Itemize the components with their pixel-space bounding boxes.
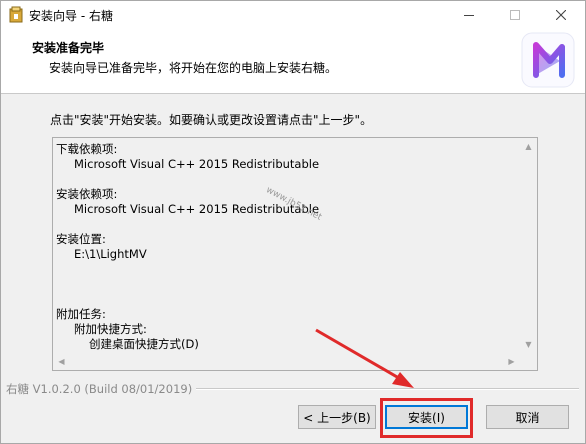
memo-line: E:\1\LightMV — [74, 247, 147, 261]
summary-memo[interactable]: 下载依赖项: Microsoft Visual C++ 2015 Redistri… — [52, 137, 538, 371]
memo-line: 附加快捷方式: — [74, 322, 147, 336]
memo-line — [56, 262, 518, 277]
cancel-button[interactable]: 取消 — [486, 405, 569, 429]
maximize-icon — [510, 10, 520, 20]
scroll-right-icon[interactable]: ▶ — [503, 353, 520, 370]
memo-line: 创建桌面快捷方式(D) — [89, 337, 199, 351]
page-subtitle: 安装向导已准备完毕，将开始在您的电脑上安装右糖。 — [49, 61, 338, 75]
memo-line: 安装位置: — [56, 232, 106, 246]
memo-line: 下载依赖项: — [56, 142, 118, 156]
instruction-text: 点击"安装"开始安装。如要确认或更改设置请点击"上一步"。 — [50, 113, 373, 127]
title-bar[interactable]: 安装向导 - 右糖 — [1, 1, 585, 29]
installer-app-icon — [9, 6, 23, 23]
minimize-button[interactable] — [446, 1, 492, 29]
memo-line — [56, 277, 518, 292]
close-button[interactable] — [538, 1, 584, 29]
scroll-down-icon[interactable]: ▼ — [520, 336, 537, 353]
scroll-up-icon[interactable]: ▲ — [520, 138, 537, 155]
memo-line — [56, 172, 518, 187]
wizard-header: 安装准备完毕 安装向导已准备完毕，将开始在您的电脑上安装右糖。 — [1, 29, 585, 94]
scrollbar-corner — [520, 353, 537, 370]
window-title: 安装向导 - 右糖 — [29, 9, 113, 23]
summary-memo-content: 下载依赖项: Microsoft Visual C++ 2015 Redistri… — [56, 142, 518, 352]
vertical-scrollbar[interactable]: ▲ ▼ — [520, 138, 537, 353]
memo-line — [56, 292, 518, 307]
memo-line: Microsoft Visual C++ 2015 Redistributabl… — [74, 157, 320, 171]
memo-line — [56, 217, 518, 232]
lightmv-logo-icon — [521, 32, 575, 88]
maximize-button[interactable] — [492, 1, 538, 29]
scroll-left-icon[interactable]: ◀ — [53, 353, 70, 370]
page-title: 安装准备完毕 — [32, 41, 105, 55]
installer-window: 安装向导 - 右糖 安装准备完毕 安装向导已准备完毕，将开始在您的电脑上安装右糖… — [0, 0, 586, 444]
memo-line: 附加任务: — [56, 307, 106, 321]
version-label: 右糖 V1.0.2.0 (Build 08/01/2019) — [6, 381, 197, 397]
close-icon — [556, 10, 566, 20]
version-row: 右糖 V1.0.2.0 (Build 08/01/2019) — [1, 381, 585, 397]
back-button[interactable]: < 上一步(B) — [298, 405, 376, 429]
horizontal-scrollbar[interactable]: ◀ ▶ — [53, 353, 520, 370]
install-button[interactable]: 安装(I) — [385, 405, 468, 429]
minimize-icon — [464, 15, 474, 16]
